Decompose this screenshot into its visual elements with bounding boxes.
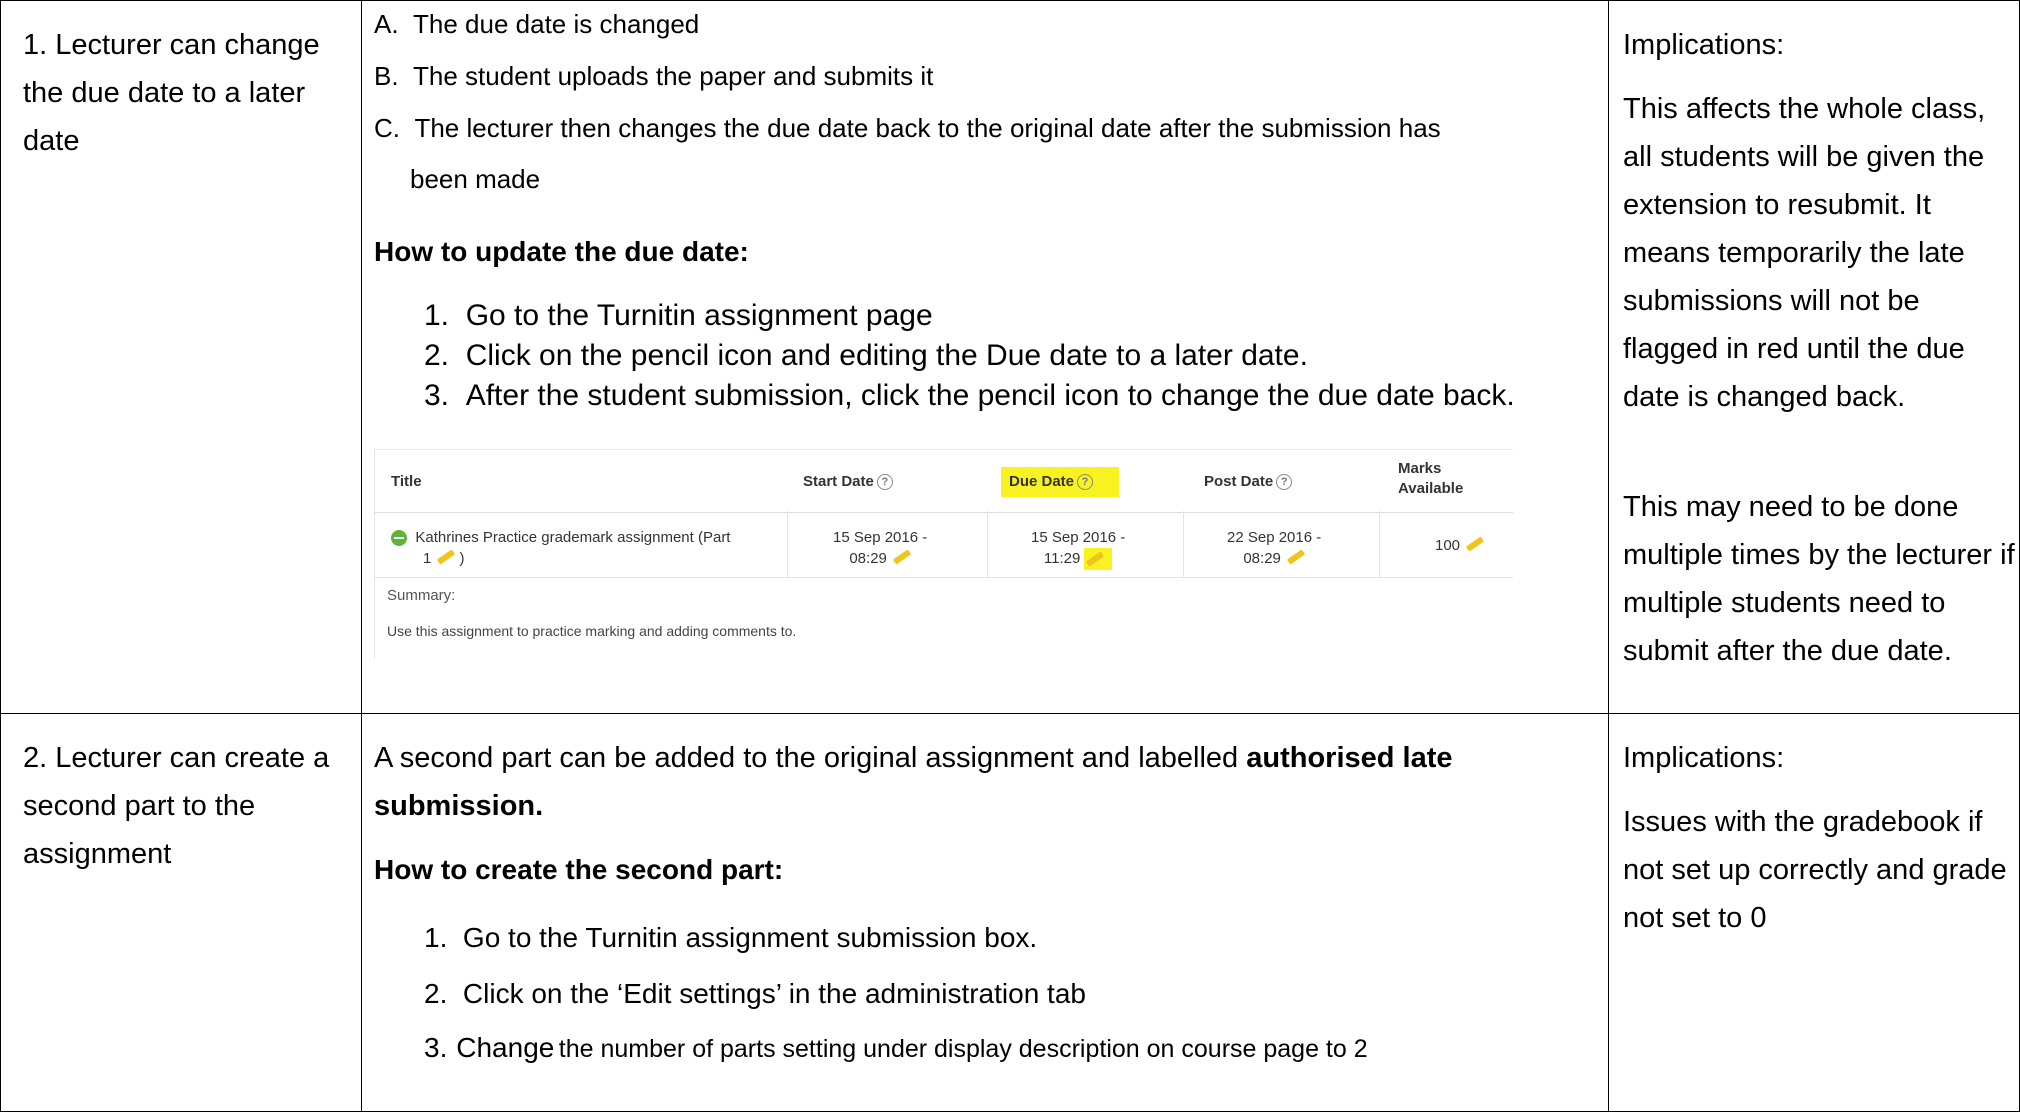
pencil-icon[interactable] (1286, 549, 1305, 565)
row1-scenario: 1. Lecturer can change the due date to a… (23, 29, 320, 157)
col-title-header: Title (391, 473, 422, 490)
screenshot-header-row (375, 449, 1513, 513)
summary-label: Summary: (387, 587, 456, 604)
pencil-icon[interactable] (892, 549, 911, 565)
summary-text: Use this assignment to practice marking … (387, 623, 797, 639)
start-date-value: 15 Sep 2016 - 08:29 (833, 529, 928, 567)
step-c: C. The lecturer then changes the due dat… (374, 113, 1441, 143)
help-icon: ? (1077, 474, 1094, 491)
row2-implications-text: Issues with the gradebook if not set up … (1623, 806, 2007, 934)
row2-scenario-cell: 2. Lecturer can create a second part to … (0, 713, 362, 1112)
step-b: B. The student uploads the paper and sub… (374, 61, 934, 91)
row2-scenario: 2. Lecturer can create a second part to … (23, 742, 330, 870)
howto-update-step-3: 3. After the student submission, click t… (424, 379, 1515, 412)
howto-update-step-2: 2. Click on the pencil icon and editing … (424, 339, 1308, 372)
marks-value: 100 (1435, 536, 1485, 554)
row1-implications-text-1: This affects the whole class, all studen… (1623, 93, 1986, 413)
row2-intro: A second part can be added to the origin… (374, 742, 1453, 774)
status-icon (391, 530, 407, 547)
howto-create-heading: How to create the second part: (374, 854, 784, 885)
row1-implications-label: Implications: (1623, 29, 1785, 61)
col-due-header: Due Date? (1001, 467, 1119, 497)
row2-implications-label: Implications: (1623, 742, 1785, 774)
row1-details-cell: A. The due date is changed B. The studen… (361, 0, 1609, 714)
row1-implications-text-2: This may need to be done multiple times … (1623, 491, 2015, 667)
col-start-header: Start Date? (803, 473, 893, 491)
help-icon: ? (1276, 474, 1293, 491)
howto-create-step-3: 3. Change the number of parts setting un… (424, 1032, 1368, 1063)
row1-scenario-cell: 1. Lecturer can change the due date to a… (0, 0, 362, 714)
pencil-icon[interactable] (1465, 536, 1485, 552)
due-date-value: 15 Sep 2016 - 11:29 (1031, 527, 1125, 571)
document-table: 1. Lecturer can change the due date to a… (0, 0, 2020, 1112)
assignment-screenshot: Title Start Date? Due Date? Post Date? M… (374, 449, 1525, 659)
howto-create-step-2: 2. Click on the ‘Edit settings’ in the a… (424, 978, 1086, 1009)
col-marks-header: Marks Available (1398, 460, 1464, 497)
howto-create-step-1: 1. Go to the Turnitin assignment submiss… (424, 922, 1038, 953)
help-icon: ? (876, 474, 893, 491)
post-date-value: 22 Sep 2016 - 08:29 (1227, 529, 1322, 567)
row2-implications-cell: Implications: Issues with the gradebook … (1608, 713, 2020, 1112)
assignment-title[interactable]: Kathrines Practice grademark assignment … (391, 527, 730, 569)
pencil-icon[interactable] (1086, 551, 1105, 567)
row2-details-cell: A second part can be added to the origin… (361, 713, 1609, 1112)
row1-implications-cell: Implications: This affects the whole cla… (1608, 0, 2020, 714)
col-post-header: Post Date? (1204, 473, 1293, 491)
step-a: A. The due date is changed (374, 9, 700, 39)
pencil-icon[interactable] (437, 549, 456, 565)
row2-intro-bold: submission. (374, 790, 544, 822)
step-c-continued: been made (410, 164, 541, 194)
howto-update-heading: How to update the due date: (374, 236, 749, 267)
howto-update-step-1: 1. Go to the Turnitin assignment page (424, 299, 933, 332)
